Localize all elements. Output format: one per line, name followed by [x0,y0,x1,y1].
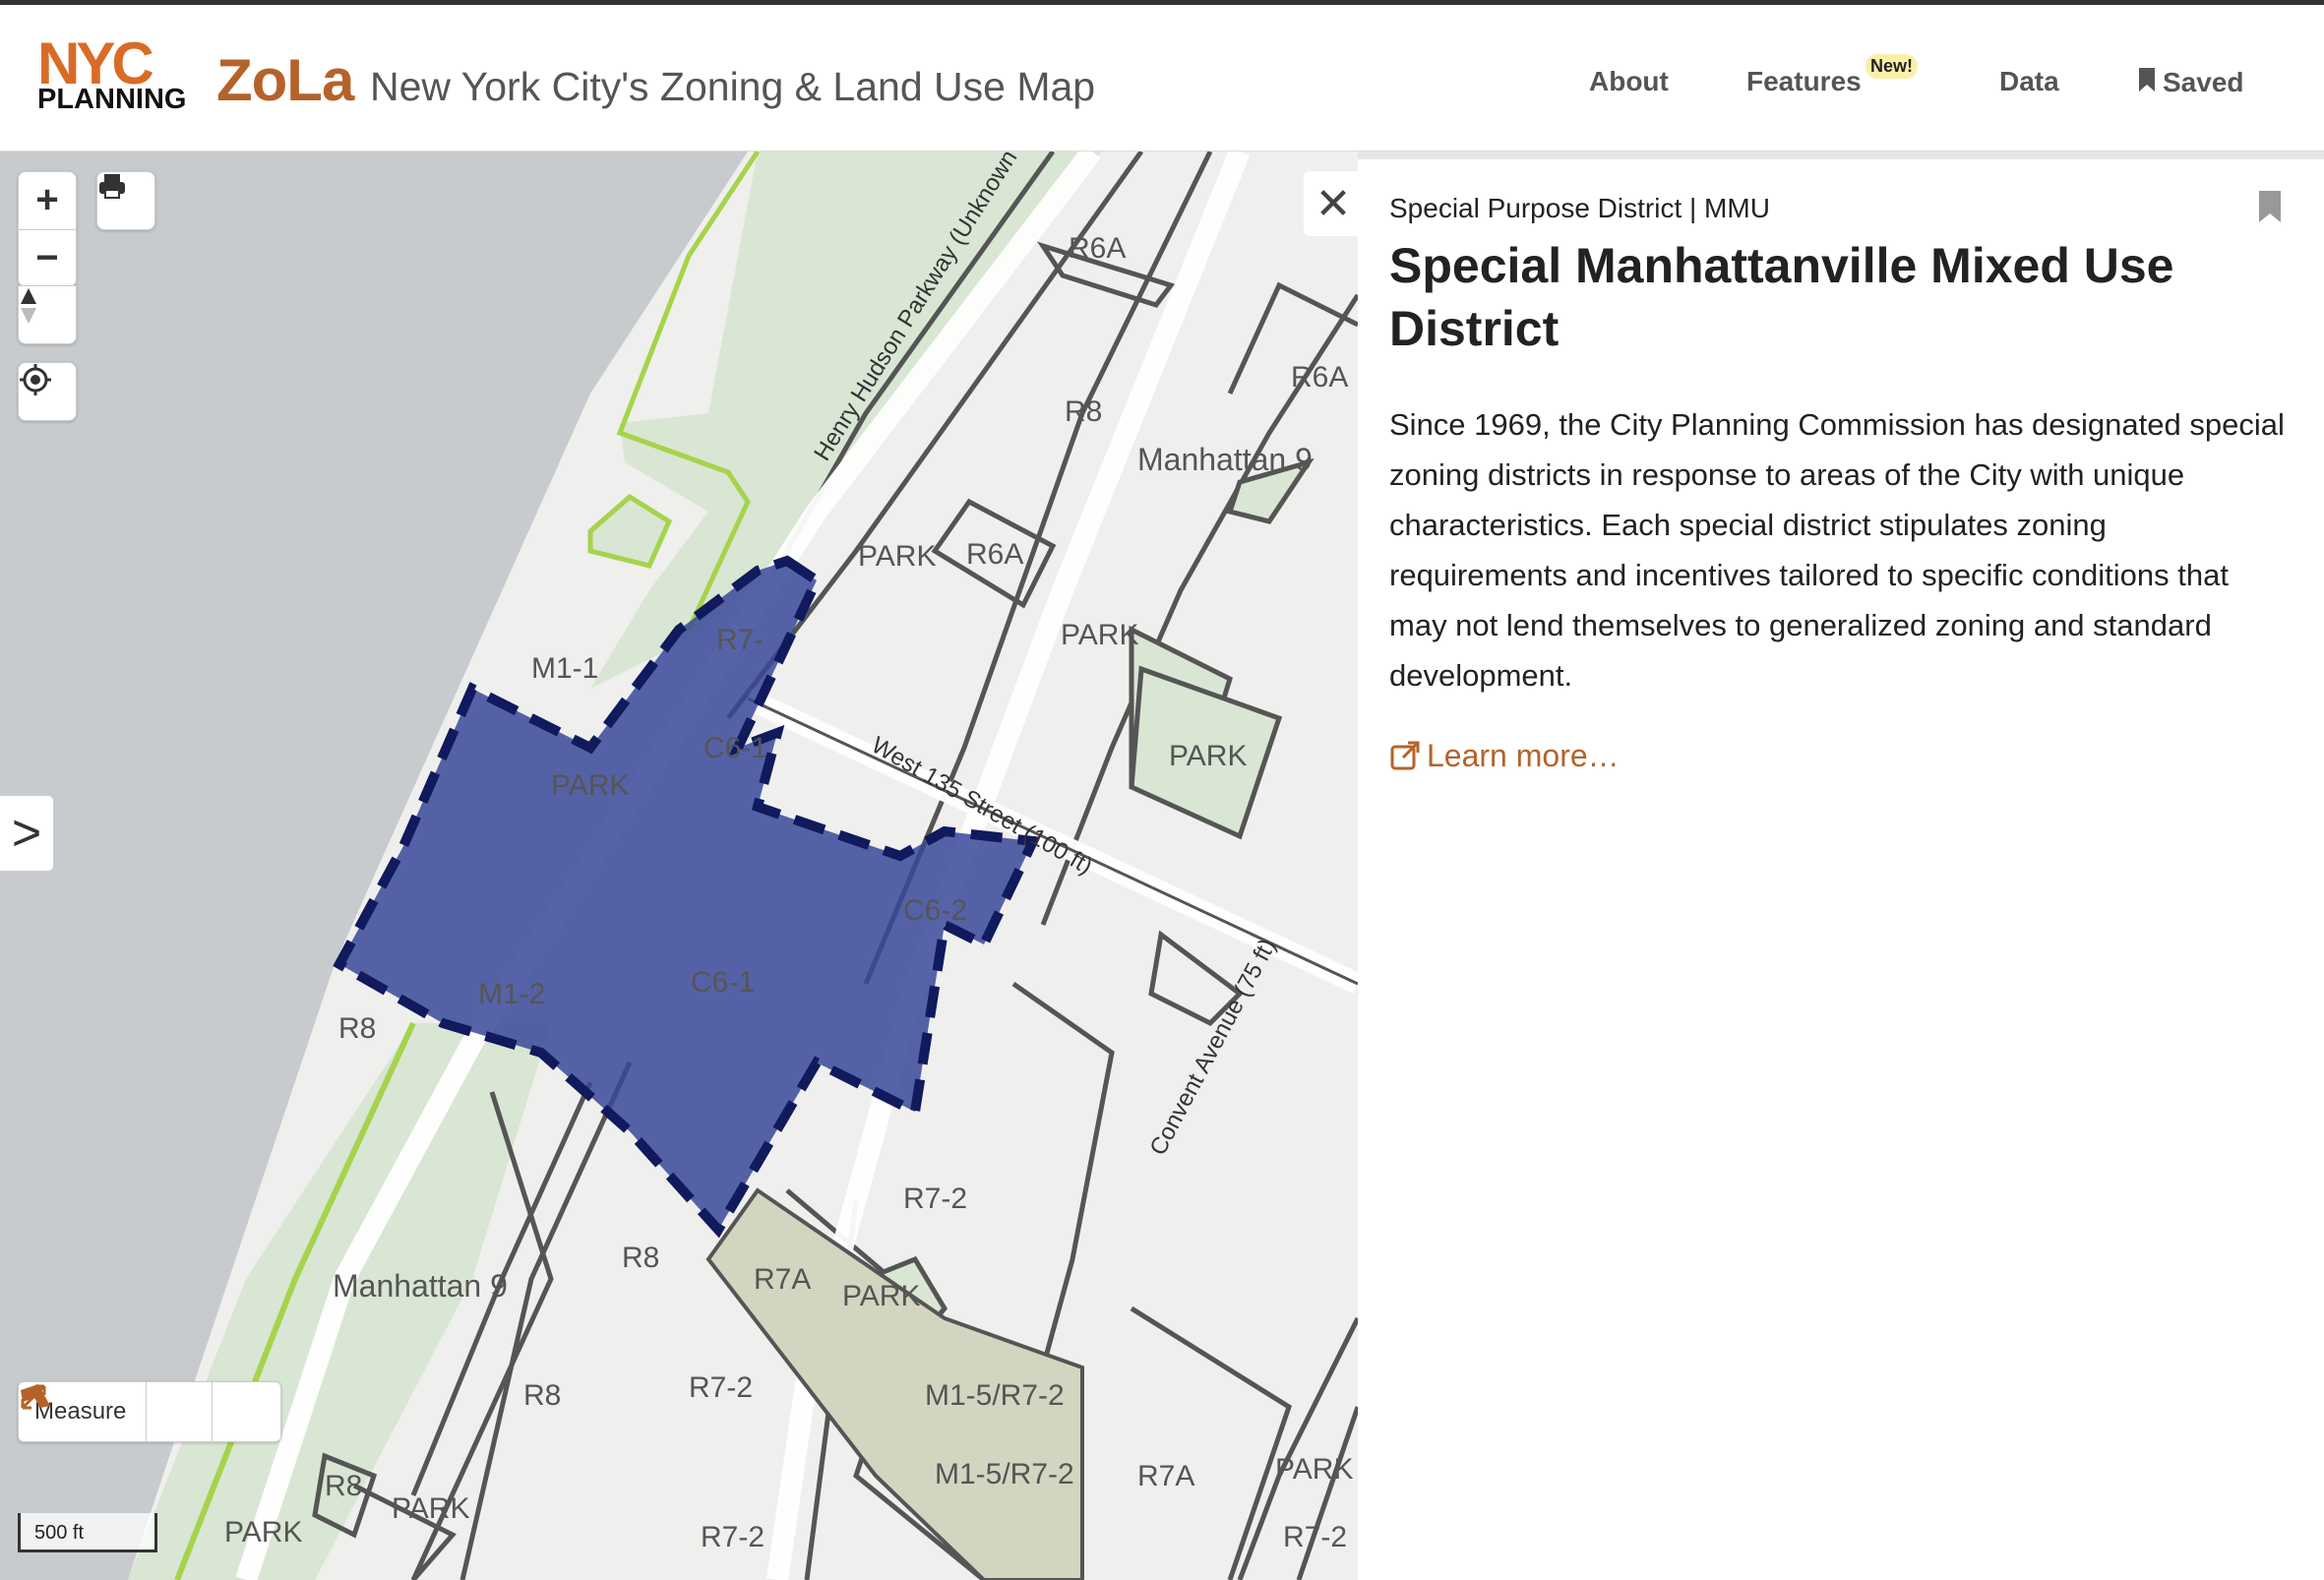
external-link-icon [1390,741,1420,770]
geolocate-button[interactable] [18,362,77,421]
map-label: C6-1 [703,732,767,764]
map-label: R8 [1065,395,1102,428]
bookmark-icon [2259,191,2281,222]
map-label: R7-2 [689,1371,753,1404]
map-label: R7A [754,1263,811,1296]
nav-about[interactable]: About [1589,66,1669,97]
map-canvas[interactable]: R6A R6A R6A R8 R8 R8 R8 R8 Manhattan 9 M… [0,152,1358,1580]
learn-more-link[interactable]: Learn more… [1389,738,1620,774]
map-label: PARK [392,1492,469,1525]
zoom-controls: + − [18,171,77,287]
measure-area-icon [21,1384,50,1408]
bookmark-icon [2139,68,2155,91]
map-label: PARK [1275,1453,1353,1486]
info-panel [1358,152,2324,1580]
map-label: R8 [325,1470,362,1502]
print-icon [99,174,125,199]
map-label: R8 [338,1012,376,1045]
map-label: PARK [1169,740,1247,772]
zoning-map[interactable]: R6A R6A R6A R8 R8 R8 R8 R8 Manhattan 9 M… [0,152,1358,1580]
locate-icon [20,364,51,395]
print-button[interactable] [96,171,155,230]
bookmark-button[interactable] [2257,189,2283,229]
map-label: PARK [551,769,629,802]
map-label: C6-2 [903,894,967,927]
zoom-out-button[interactable]: − [19,230,76,287]
map-label: M1-1 [531,652,598,685]
nyc-planning-logo[interactable]: NYC PLANNING [37,34,190,116]
features-new-badge: New! [1865,54,1919,79]
map-label: R7-2 [1283,1521,1347,1553]
logo-planning: PLANNING [37,84,187,115]
map-label: R7- [716,624,764,656]
measure-control: Measure [18,1381,281,1442]
map-label: PARK [224,1516,302,1549]
compass-button[interactable] [18,285,77,344]
map-label: PARK [1061,619,1138,651]
map-scale: 500 ft [18,1513,157,1552]
nav-features[interactable]: Features [1746,66,1862,97]
app-title[interactable]: ZoLa [216,46,354,114]
map-label: R8 [523,1379,561,1412]
map-label: R7A [1137,1460,1194,1492]
learn-more-label: Learn more… [1427,738,1620,773]
district-description: Since 1969, the City Planning Commission… [1389,407,2285,693]
map-label: R7-2 [903,1183,967,1215]
nav-saved-label: Saved [2163,67,2244,97]
nav-saved[interactable]: Saved [2137,66,2244,98]
app-subtitle: New York City's Zoning & Land Use Map [370,64,1096,109]
zoom-in-button[interactable]: + [19,172,76,230]
map-label: PARK [842,1280,920,1312]
map-label: M1-5/R7-2 [935,1458,1074,1490]
layers-panel-toggle[interactable]: > [0,795,54,872]
map-label: R6A [1069,232,1126,265]
nav-data[interactable]: Data [1999,66,2059,97]
map-label: PARK [858,540,936,573]
district-title: Special Manhattanville Mixed Use Distric… [1389,238,2174,356]
map-label: R6A [966,538,1023,571]
map-label: C6-1 [691,966,755,999]
map-label: R7-2 [701,1521,764,1553]
map-label: Manhattan 9 [1137,442,1313,477]
compass-icon [21,288,36,324]
map-label: Manhattan 9 [333,1268,508,1304]
map-label: M1-2 [478,978,545,1010]
map-label: R6A [1291,361,1348,394]
map-label: R8 [622,1242,659,1274]
district-type: Special Purpose District | MMU [1389,193,1770,223]
measure-area-button[interactable] [21,1382,277,1441]
close-panel-button[interactable]: ✕ [1304,171,1363,236]
site-header: NYC PLANNING ZoLa New York City's Zoning… [0,5,2324,152]
measure-distance-button[interactable] [21,1382,214,1441]
map-label: M1-5/R7-2 [925,1379,1065,1412]
